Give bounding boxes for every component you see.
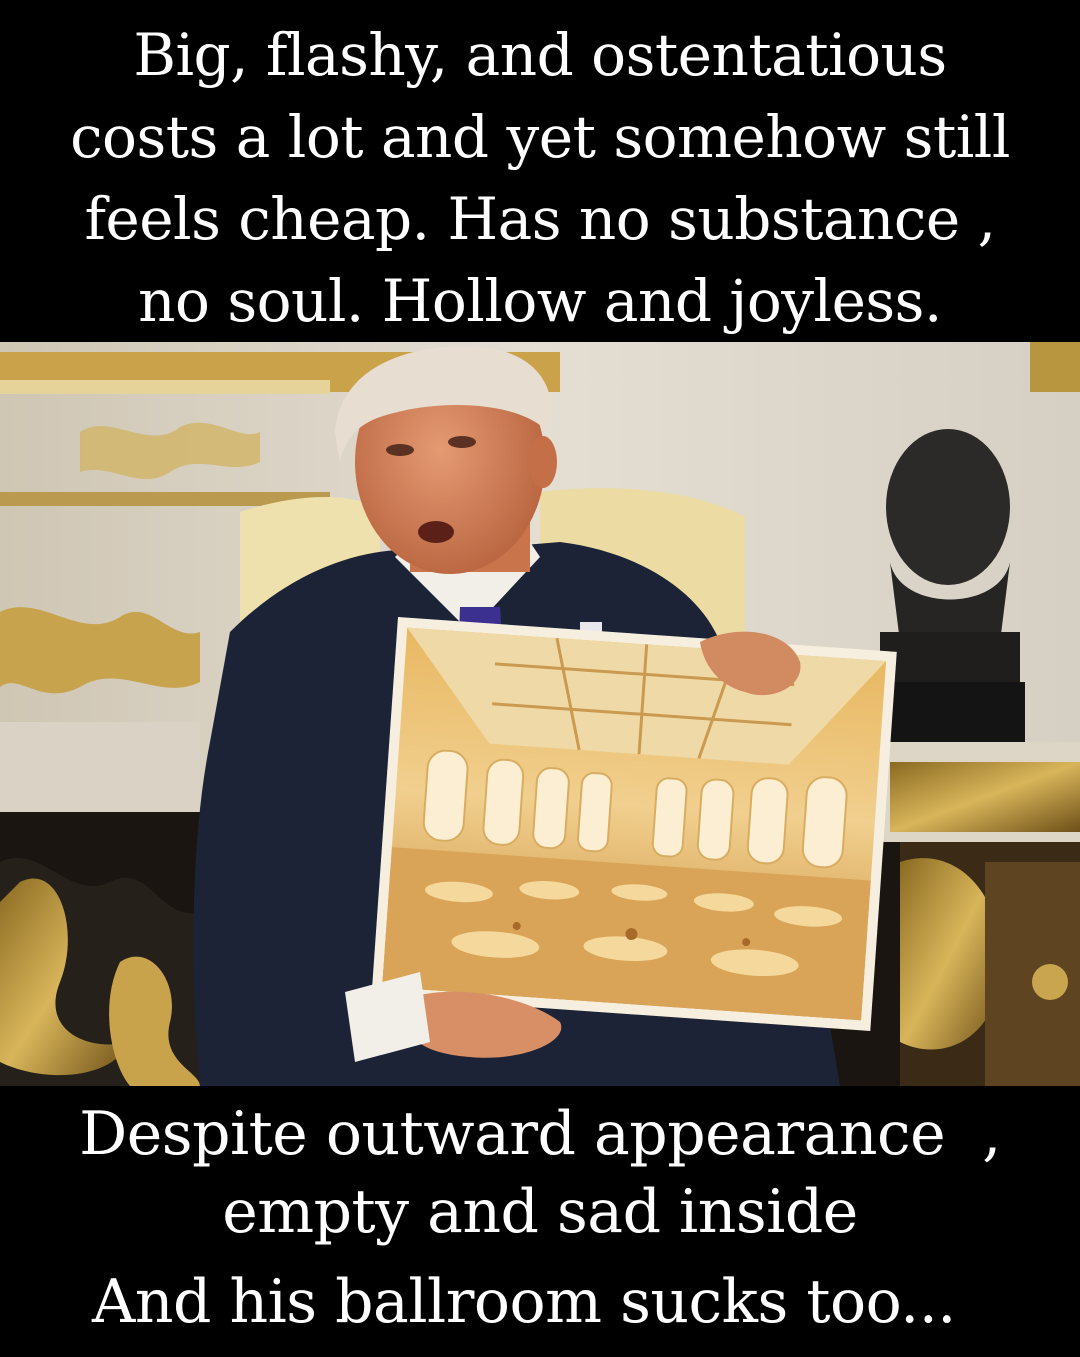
top-caption-line-3: feels cheap. Has no substance , — [84, 185, 996, 253]
bottom-caption-line-3: And his ballroom sucks too... — [92, 1267, 956, 1337]
top-caption-line-1: Big, flashy, and ostentatious — [133, 21, 947, 89]
top-caption-band: Big, flashy, and ostentatious costs a lo… — [0, 0, 1080, 342]
bottom-caption-line-2: empty and sad inside — [222, 1177, 858, 1247]
top-caption-line-2: costs a lot and yet somehow still — [70, 103, 1010, 171]
photo — [0, 342, 1080, 1086]
top-caption: Big, flashy, and ostentatious costs a lo… — [0, 14, 1080, 342]
bottom-caption-line-1: Despite outward appearance , — [79, 1099, 1001, 1169]
photo-illustration — [0, 342, 1080, 1086]
top-caption-line-4: no soul. Hollow and joyless. — [138, 267, 942, 335]
